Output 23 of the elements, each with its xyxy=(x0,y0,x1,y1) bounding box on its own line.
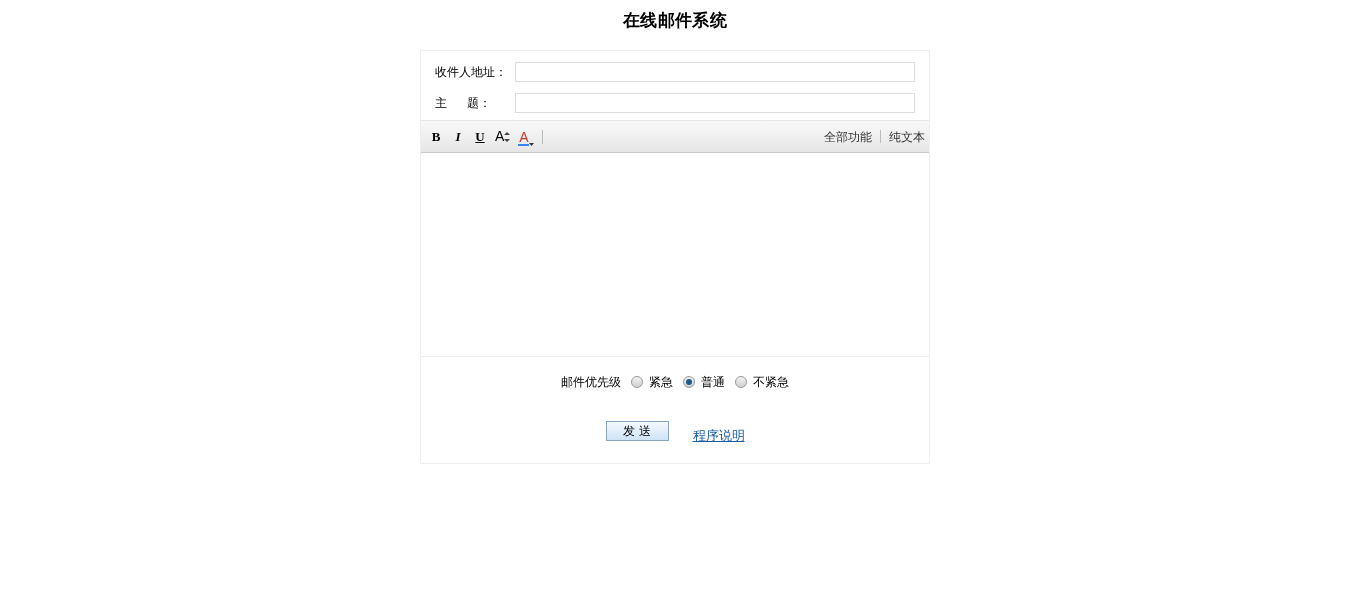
caret-icon xyxy=(529,142,535,146)
radio-label: 紧急 xyxy=(649,374,673,391)
underline-button[interactable]: U xyxy=(469,125,491,148)
radio-label: 普通 xyxy=(701,374,725,391)
bold-button[interactable]: B xyxy=(425,125,447,148)
up-down-arrows-icon xyxy=(504,131,511,142)
field-label: 收件人地址： xyxy=(435,63,508,81)
radio-button[interactable] xyxy=(683,376,695,388)
font-color-button[interactable]: A xyxy=(514,125,539,148)
text-input[interactable] xyxy=(515,92,915,113)
font-size-button[interactable]: A xyxy=(491,125,515,148)
send-button[interactable]: 发 送 xyxy=(605,421,669,441)
toolbar-link[interactable]: 纯文本 xyxy=(889,127,925,146)
radio-button[interactable] xyxy=(735,376,747,388)
priority-label: 邮件优先级 xyxy=(561,374,621,391)
text-input[interactable] xyxy=(515,61,915,82)
italic-button[interactable]: I xyxy=(447,125,469,148)
radio-button[interactable] xyxy=(631,376,643,388)
field-label: 主 题： xyxy=(435,94,492,112)
toolbar-link[interactable]: 全部功能 xyxy=(824,127,872,146)
radio-label: 不紧急 xyxy=(753,374,789,391)
help-link[interactable]: 程序说明 xyxy=(692,425,745,445)
page-title: 在线邮件系统 xyxy=(622,9,728,32)
